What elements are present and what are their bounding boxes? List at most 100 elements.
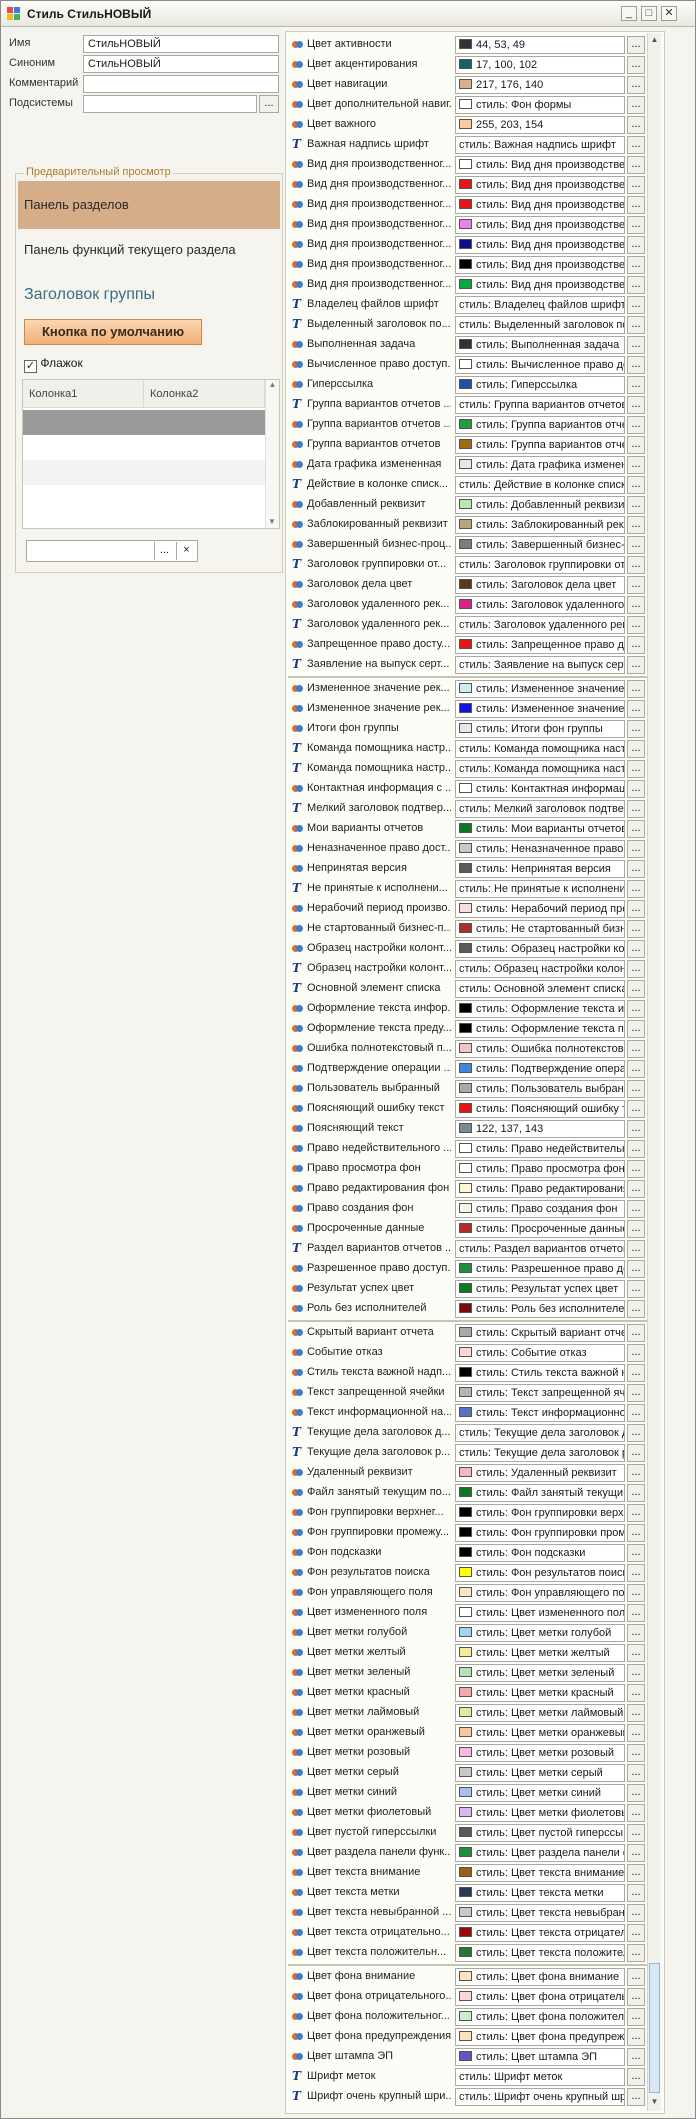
style-row[interactable]: Образец настройки колонт... стиль: Образе… bbox=[289, 939, 665, 959]
style-row-browse-button[interactable]: ... bbox=[627, 1160, 645, 1178]
style-row[interactable]: Измененное значение рек... стиль: Изменен… bbox=[289, 699, 665, 719]
style-row[interactable]: Цвет метки синий стиль: Цвет метки синий.… bbox=[289, 1783, 665, 1803]
style-row-browse-button[interactable]: ... bbox=[627, 1504, 645, 1522]
style-row-value[interactable]: стиль: Группа вариантов отчетов ... bbox=[455, 396, 625, 414]
style-row[interactable]: Добавленный реквизит стиль: Добавленный р… bbox=[289, 495, 665, 515]
style-row-value[interactable]: стиль: Шрифт меток bbox=[455, 2068, 625, 2086]
style-row[interactable]: Фон подсказки стиль: Фон подсказки... bbox=[289, 1543, 665, 1563]
style-row[interactable]: Вид дня производственног... стиль: Вид дн… bbox=[289, 215, 665, 235]
style-row-browse-button[interactable]: ... bbox=[627, 216, 645, 234]
style-row-browse-button[interactable]: ... bbox=[627, 980, 645, 998]
style-row[interactable]: Скрытый вариант отчета стиль: Скрытый вар… bbox=[289, 1323, 665, 1343]
style-row-value[interactable]: стиль: Ошибка полнотекстово... bbox=[455, 1040, 625, 1058]
style-row[interactable]: Заголовок дела цвет стиль: Заголовок дела… bbox=[289, 575, 665, 595]
style-row-browse-button[interactable]: ... bbox=[627, 436, 645, 454]
style-row-value[interactable]: стиль: Непринятая версия bbox=[455, 860, 625, 878]
checkbox-check-icon[interactable]: ✓ bbox=[24, 360, 37, 373]
preview-table[interactable]: Колонка1 Колонка2 ▲ ▼ bbox=[22, 379, 280, 529]
style-row-value[interactable]: стиль: Не стартованный бизне... bbox=[455, 920, 625, 938]
style-row[interactable]: Право недействительного ... стиль: Право … bbox=[289, 1139, 665, 1159]
style-row-browse-button[interactable]: ... bbox=[627, 476, 645, 494]
style-row-browse-button[interactable]: ... bbox=[627, 1120, 645, 1138]
style-row-value[interactable]: стиль: Цвет текста внимание bbox=[455, 1864, 625, 1882]
style-row-browse-button[interactable]: ... bbox=[627, 740, 645, 758]
style-row-value[interactable]: стиль: Текущие дела заголовок р... bbox=[455, 1444, 625, 1462]
style-row-browse-button[interactable]: ... bbox=[627, 1464, 645, 1482]
style-row-value[interactable]: стиль: Цвет метки желтый bbox=[455, 1644, 625, 1662]
style-row[interactable]: Цвет важного 255, 203, 154... bbox=[289, 115, 665, 135]
style-row-value[interactable]: стиль: Важная надпись шрифт bbox=[455, 136, 625, 154]
style-row-value[interactable]: стиль: Запрещенное право до... bbox=[455, 636, 625, 654]
style-row[interactable]: T Владелец файлов шрифт стиль: Владелец фа… bbox=[289, 295, 665, 315]
style-row[interactable]: Заблокированный реквизит стиль: Заблокиро… bbox=[289, 515, 665, 535]
style-row[interactable]: T Команда помощника настр... стиль: Команд… bbox=[289, 739, 665, 759]
style-row[interactable]: Ошибка полнотекстовый п... стиль: Ошибка … bbox=[289, 1039, 665, 1059]
style-row-value[interactable]: стиль: Владелец файлов шрифт bbox=[455, 296, 625, 314]
style-row-value[interactable]: стиль: Группа вариантов отче... bbox=[455, 416, 625, 434]
style-row-browse-button[interactable]: ... bbox=[627, 1444, 645, 1462]
style-row-value[interactable]: стиль: Мои варианты отчетов bbox=[455, 820, 625, 838]
style-row-value[interactable]: стиль: Гиперссылка bbox=[455, 376, 625, 394]
style-row-browse-button[interactable]: ... bbox=[627, 1904, 645, 1922]
style-row[interactable]: Вид дня производственног... стиль: Вид дн… bbox=[289, 275, 665, 295]
style-row[interactable]: Цвет дополнительной навиг... стиль: Фон ф… bbox=[289, 95, 665, 115]
style-row-browse-button[interactable]: ... bbox=[627, 720, 645, 738]
style-row-browse-button[interactable]: ... bbox=[627, 1060, 645, 1078]
style-row-value[interactable]: стиль: Текст запрещенной яче... bbox=[455, 1384, 625, 1402]
style-row[interactable]: T Основной элемент списка стиль: Основной … bbox=[289, 979, 665, 999]
style-row-value[interactable]: стиль: Шрифт очень крупный шри... bbox=[455, 2088, 625, 2106]
style-row[interactable]: T Команда помощника настр... стиль: Команд… bbox=[289, 759, 665, 779]
column-header-1[interactable]: Колонка1 bbox=[23, 380, 144, 408]
sections-panel[interactable]: Панель разделов bbox=[18, 181, 280, 229]
style-row[interactable]: T Выделенный заголовок по... стиль: Выделе… bbox=[289, 315, 665, 335]
style-row[interactable]: Фон группировки верхнег... стиль: Фон гру… bbox=[289, 1503, 665, 1523]
style-row[interactable]: Цвет метки серый стиль: Цвет метки серый.… bbox=[289, 1763, 665, 1783]
style-row[interactable]: Цвет метки лаймовый стиль: Цвет метки лай… bbox=[289, 1703, 665, 1723]
combo-clear-button[interactable]: × bbox=[176, 542, 196, 560]
style-row-browse-button[interactable]: ... bbox=[627, 576, 645, 594]
style-row-value[interactable]: стиль: Стиль текста важной н... bbox=[455, 1364, 625, 1382]
style-row[interactable]: Цвет измененного поля стиль: Цвет изменен… bbox=[289, 1603, 665, 1623]
style-row-value[interactable]: стиль: Цвет штампа ЭП bbox=[455, 2048, 625, 2066]
style-row-browse-button[interactable]: ... bbox=[627, 780, 645, 798]
style-row-browse-button[interactable]: ... bbox=[627, 1384, 645, 1402]
style-row-browse-button[interactable]: ... bbox=[627, 1140, 645, 1158]
style-row-browse-button[interactable]: ... bbox=[627, 820, 645, 838]
style-row[interactable]: T Заявление на выпуск серт... стиль: Заявл… bbox=[289, 655, 665, 675]
style-row[interactable]: Роль без исполнителей стиль: Роль без исп… bbox=[289, 1299, 665, 1319]
style-row[interactable]: Группа вариантов отчетов ... стиль: Групп… bbox=[289, 415, 665, 435]
style-row-value[interactable]: стиль: Дата графика изменен... bbox=[455, 456, 625, 474]
style-row-value[interactable]: стиль: Вид дня производственн... bbox=[455, 276, 625, 294]
style-row-value[interactable]: стиль: Цвет метки фиолетовый bbox=[455, 1804, 625, 1822]
style-row-browse-button[interactable]: ... bbox=[627, 1884, 645, 1902]
style-row-value[interactable]: стиль: Результат успех цвет bbox=[455, 1280, 625, 1298]
style-row-value[interactable]: стиль: Раздел вариантов отчетов ... bbox=[455, 1240, 625, 1258]
style-row[interactable]: Цвет метки голубой стиль: Цвет метки голу… bbox=[289, 1623, 665, 1643]
style-row[interactable]: Цвет раздела панели функ... стиль: Цвет р… bbox=[289, 1843, 665, 1863]
style-row-value[interactable]: 17, 100, 102 bbox=[455, 56, 625, 74]
style-row-value[interactable]: стиль: Вычисленное право дос... bbox=[455, 356, 625, 374]
style-row-value[interactable]: стиль: Вид дня производственн... bbox=[455, 176, 625, 194]
style-row-browse-button[interactable]: ... bbox=[627, 96, 645, 114]
subsystems-browse-button[interactable]: ... bbox=[259, 95, 279, 113]
style-row-value[interactable]: стиль: Цвет текста отрицател... bbox=[455, 1924, 625, 1942]
style-row-browse-button[interactable]: ... bbox=[627, 1180, 645, 1198]
style-row[interactable]: T Действие в колонке списк... стиль: Дейст… bbox=[289, 475, 665, 495]
style-row[interactable]: Цвет акцентирования 17, 100, 102... bbox=[289, 55, 665, 75]
comment-field[interactable] bbox=[83, 75, 279, 93]
style-row[interactable]: T Заголовок группировки от... стиль: Загол… bbox=[289, 555, 665, 575]
style-row-browse-button[interactable]: ... bbox=[627, 1300, 645, 1318]
style-row-value[interactable]: стиль: Мелкий заголовок подтвер... bbox=[455, 800, 625, 818]
style-row-value[interactable]: стиль: Цвет метки лаймовый bbox=[455, 1704, 625, 1722]
style-row-browse-button[interactable]: ... bbox=[627, 1220, 645, 1238]
default-button[interactable]: Кнопка по умолчанию bbox=[24, 319, 202, 345]
style-row-value[interactable]: стиль: Право просмотра фон bbox=[455, 1160, 625, 1178]
style-row-browse-button[interactable]: ... bbox=[627, 1968, 645, 1986]
style-row-browse-button[interactable]: ... bbox=[627, 496, 645, 514]
style-row-browse-button[interactable]: ... bbox=[627, 920, 645, 938]
style-row-browse-button[interactable]: ... bbox=[627, 1364, 645, 1382]
style-row-value[interactable]: стиль: Нерабочий период прои... bbox=[455, 900, 625, 918]
style-row[interactable]: T Заголовок удаленного рек... стиль: Загол… bbox=[289, 615, 665, 635]
style-row-browse-button[interactable]: ... bbox=[627, 36, 645, 54]
style-row-browse-button[interactable]: ... bbox=[627, 860, 645, 878]
